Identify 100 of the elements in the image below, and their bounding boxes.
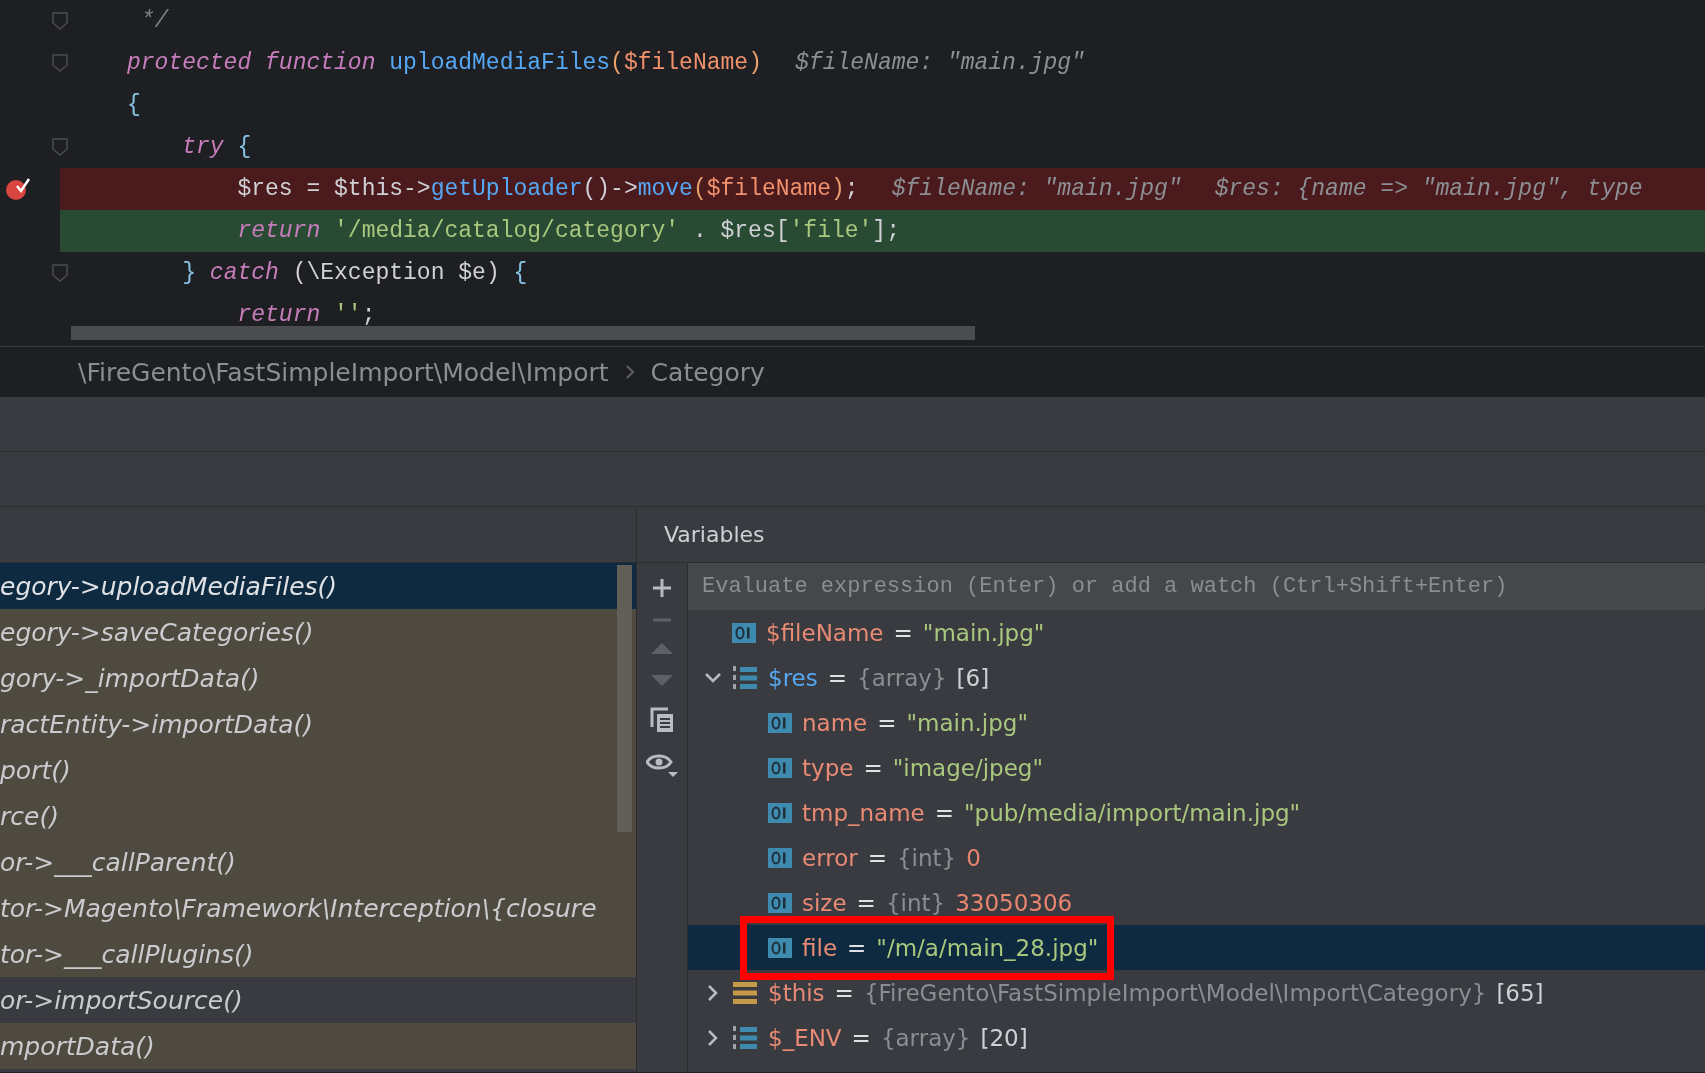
code-token: ''	[334, 302, 362, 328]
copy-button[interactable]	[650, 707, 674, 733]
selected-row-highlight[interactable]	[688, 925, 1705, 970]
fold-icon[interactable]	[52, 138, 68, 156]
stack-frame[interactable]: port()	[0, 747, 636, 793]
variable-value: 33050306	[955, 889, 1073, 916]
equals-sign: =	[877, 709, 897, 736]
stack-frame[interactable]: tor->Magento\Framework\Interception\{closure	[0, 885, 636, 931]
code-token: return	[236, 218, 322, 244]
equals-sign: =	[834, 979, 854, 1006]
stack-frame[interactable]: egory->uploadMediaFiles()	[0, 563, 636, 609]
equals-sign: =	[851, 1024, 871, 1051]
vertical-scrollbar[interactable]	[617, 565, 632, 832]
code-token: ;	[844, 176, 859, 202]
up-icon	[650, 641, 674, 655]
breakpoint-icon[interactable]	[5, 177, 31, 201]
fold-icon[interactable]	[52, 12, 68, 30]
code-token: return	[236, 302, 322, 328]
object-icon	[732, 980, 758, 1005]
equals-sign: =	[863, 754, 883, 781]
code-token: $fileName	[706, 176, 831, 202]
stack-frame[interactable]: rce()	[0, 793, 636, 839]
stack-frame[interactable]: mportData()	[0, 1023, 636, 1069]
code-token: {	[127, 92, 141, 118]
down-icon	[650, 674, 674, 688]
variable-type: {array}	[880, 1024, 971, 1051]
code-token: (	[610, 50, 624, 76]
breadcrumb-item[interactable]: Category	[650, 357, 765, 387]
chevron-right-icon	[624, 364, 635, 380]
remove-icon	[651, 618, 673, 622]
fold-icon[interactable]	[52, 264, 68, 282]
code-token: ()->	[582, 176, 638, 202]
stack-frame[interactable]: gory->_importData()	[0, 655, 636, 701]
list-icon	[732, 1024, 758, 1051]
code-token: (\Exception $e)	[291, 260, 501, 286]
variable-value: "main.jpg"	[922, 619, 1045, 646]
list-icon	[732, 664, 758, 691]
variable-name: $fileName	[766, 619, 884, 646]
code-token: 'file'	[789, 218, 873, 244]
watch-eye-icon	[646, 752, 678, 778]
variable-type: {int}	[885, 889, 946, 916]
stack-frame[interactable]: ractEntity->importData()	[0, 701, 636, 747]
primitive-value-icon	[768, 757, 792, 778]
code-token: ];	[872, 218, 900, 244]
code-token: . $res[	[691, 218, 790, 244]
variable-type: {int}	[896, 844, 957, 871]
code-token: {	[236, 134, 252, 160]
primitive-value-icon	[768, 937, 792, 958]
variable-value: [6]	[956, 664, 990, 691]
code-token: $fileName	[623, 50, 749, 76]
variable-name: $res	[768, 664, 818, 691]
equals-sign: =	[856, 889, 876, 916]
equals-sign: =	[893, 619, 913, 646]
code-token: try	[181, 134, 224, 160]
horizontal-scrollbar[interactable]	[71, 326, 975, 340]
inline-value-hint: $fileName: "main.jpg"	[795, 50, 1085, 76]
variable-type: {array}	[857, 664, 947, 691]
equals-sign: =	[827, 664, 847, 691]
add-icon	[651, 577, 673, 599]
variable-name: tmp_name	[802, 799, 925, 826]
code-token: '/media/catalog/category'	[334, 218, 680, 244]
breadcrumb-path[interactable]: \FireGento\FastSimpleImport\Model\Import	[78, 357, 609, 387]
copy-icon	[650, 707, 674, 733]
code-token: {	[513, 260, 528, 286]
primitive-value-icon	[768, 802, 792, 823]
variable-name: file	[802, 934, 838, 961]
panel-title: Variables	[664, 522, 765, 547]
variable-value: [65]	[1496, 979, 1544, 1006]
variable-value: 0	[966, 844, 981, 871]
variable-value: "/m/a/main_28.jpg"	[876, 934, 1099, 961]
primitive-value-icon	[768, 847, 792, 868]
add-button[interactable]	[651, 577, 673, 599]
stack-frame[interactable]: tor->___callPlugins()	[0, 931, 636, 977]
equals-sign: =	[867, 844, 887, 871]
equals-sign: =	[934, 799, 955, 826]
code-token: catch	[209, 260, 279, 286]
variable-name: size	[802, 889, 847, 916]
code-token: getUploader	[430, 176, 583, 202]
code-token: ;	[361, 302, 376, 328]
primitive-value-icon	[768, 892, 792, 913]
primitive-value-icon	[768, 712, 792, 733]
variable-value: "image/jpeg"	[892, 754, 1043, 781]
code-token: )	[748, 50, 762, 76]
code-token: protected function	[127, 50, 377, 76]
stack-frame[interactable]: or->___callParent()	[0, 839, 636, 885]
stack-frame[interactable]: egory->saveCategories()	[0, 609, 636, 655]
evaluate-expression-field[interactable]: Evaluate expression (Enter) or add a watch (Ctrl+Shift+Enter)	[688, 563, 1705, 610]
primitive-value-icon	[732, 622, 756, 643]
watch-button[interactable]	[646, 752, 678, 778]
code-token: $res = $this->	[236, 176, 431, 202]
fold-icon[interactable]	[52, 54, 68, 72]
variable-name: name	[802, 709, 868, 736]
code-token: */	[139, 8, 169, 34]
code-token: move	[637, 176, 693, 202]
variable-name: type	[802, 754, 854, 781]
code-token: uploadMediaFiles	[389, 50, 611, 76]
variable-type: {FireGento\FastSimpleImport\Model\Import\Category}	[863, 979, 1487, 1006]
code-token: (	[692, 176, 707, 202]
variable-name: $_ENV	[768, 1024, 842, 1051]
variable-value: "main.jpg"	[906, 709, 1029, 736]
